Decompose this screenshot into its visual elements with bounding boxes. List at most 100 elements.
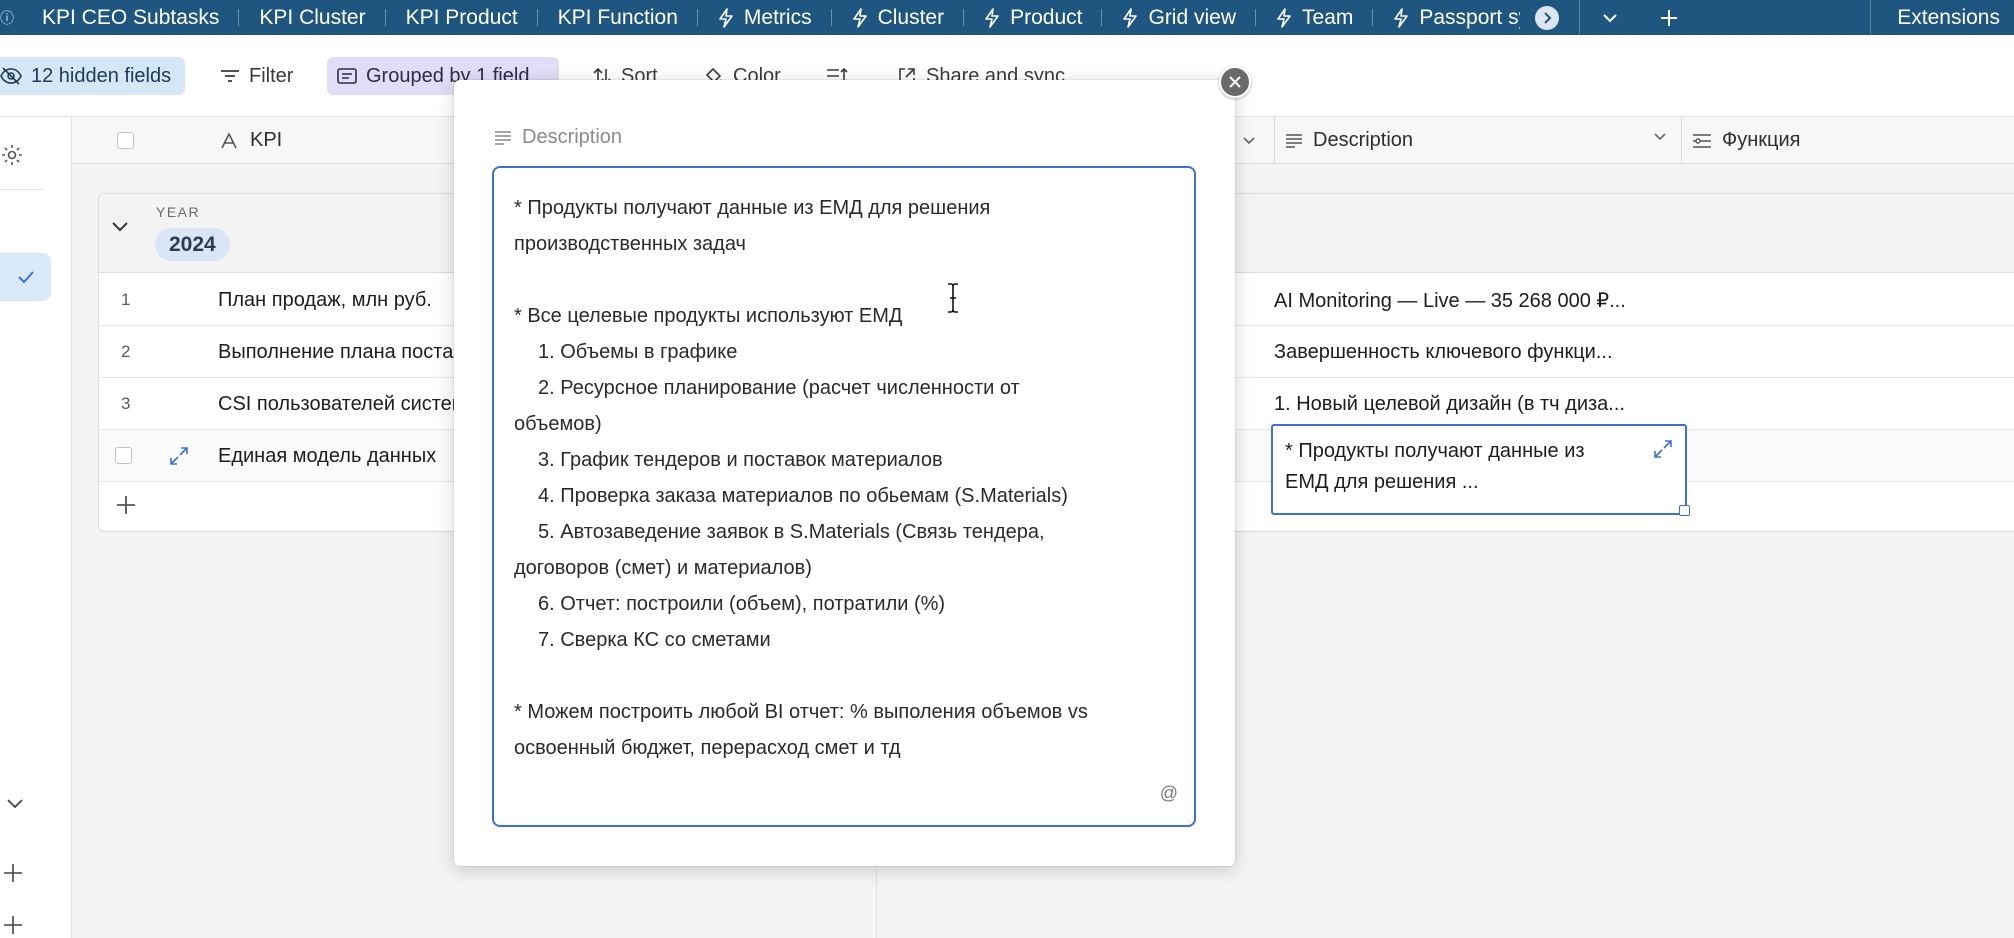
tab-product[interactable]: Product [964,0,1103,35]
active-description-cell[interactable]: * Продукты получают данные из ЕМД для ре… [1271,424,1687,515]
extensions-button[interactable]: Extensions [1870,0,2014,35]
popup-label-text: Description [522,126,623,148]
text-line: * Продукты получают данные из ЕМД для ре… [514,197,991,219]
text-line: * Все целевые продукты используют ЕМД [514,305,903,327]
tab-grid-view[interactable]: Grid view [1102,0,1256,35]
add-table-plus-icon[interactable] [1639,0,1699,35]
row-checkbox[interactable] [115,447,132,464]
description-textarea[interactable]: * Продукты получают данные из ЕМД для ре… [492,166,1196,827]
table-tab-bar: ⓘ KPI CEO Subtasks KPI Cluster KPI Produ… [0,0,2014,35]
long-text-icon [495,130,511,145]
tab-kpi-ceo-subtasks[interactable]: KPI CEO Subtasks [22,0,240,35]
tab-label: KPI Function [557,5,678,29]
kpi-cell[interactable]: CSI пользователей системы [218,378,458,430]
text-line: производственных задач [514,233,746,255]
tab-label: Product [1010,5,1083,29]
sync-bolt-icon [718,7,734,28]
tabs-scroll-right-icon[interactable] [1535,5,1560,30]
row-number: 3 [121,394,131,413]
group-value-chip: 2024 [155,228,230,261]
group-field-label: YEAR [156,204,201,220]
tab-kpi-function[interactable]: KPI Function [538,0,699,35]
sync-bolt-icon [984,7,1000,28]
active-cell-line: * Продукты получают данные из [1285,440,1585,462]
tab-metrics[interactable]: Metrics [698,0,832,35]
tab-label: Metrics [743,5,812,29]
tab-label: KPI Product [405,5,518,29]
text-line: договоров (смет) и материалов) [514,557,812,579]
row-number: 2 [121,342,131,361]
add-view-plus-icon[interactable] [2,862,24,889]
expand-record-icon[interactable] [169,446,189,472]
column-header-function[interactable]: Функция [1692,117,1800,164]
check-icon [17,271,34,284]
filter-label: Filter [249,64,294,87]
sync-bolt-icon [1122,7,1138,28]
expand-cell-icon[interactable] [1653,438,1673,469]
gear-icon[interactable] [0,143,24,172]
filter-icon [221,70,239,82]
fill-handle[interactable] [1679,505,1690,516]
column-header-kpi[interactable]: KPI [220,117,282,164]
tab-kpi-cluster[interactable]: KPI Cluster [239,0,386,35]
kpi-cell[interactable]: Выполнение плана поставок [218,326,458,378]
tab-label: Passport sy [1419,5,1521,29]
text-line: 3. График тендеров и поставок материалов [538,449,943,471]
single-select-icon [1693,133,1711,148]
close-icon [1229,76,1241,88]
close-popup-button[interactable] [1219,66,1251,98]
sidebar-selected-view[interactable] [0,253,51,301]
long-text-icon [1286,133,1302,148]
chevron-down-icon[interactable] [6,797,24,815]
text-line: 4. Проверка заказа материалов по обьемам… [538,485,1068,507]
text-line: 6. Отчет: построили (объем), потратили (… [538,593,946,615]
tab-kpi-product[interactable]: KPI Product [386,0,538,35]
description-cell[interactable]: Завершенность ключевого функци... [1274,326,1672,378]
text-line: * Можем построить любой BI отчет: % выпо… [514,701,1088,723]
tab-cluster[interactable]: Cluster [832,0,965,35]
chevron-down-icon[interactable] [1653,132,1667,142]
text-line: 1. Объемы в графике [538,341,738,363]
mention-at-icon[interactable]: @ [1160,775,1178,811]
text-line: 2. Ресурсное планирование (расчет числен… [538,377,1020,399]
eye-slash-icon [0,67,22,85]
popup-field-label: Description [494,126,622,149]
description-cell[interactable]: AI Monitoring — Live — 35 268 000 ₽... [1274,274,1672,326]
text-field-icon [221,132,237,148]
sidebar-divider [0,189,44,190]
add-record-plus-icon[interactable] [115,494,137,521]
kpi-cell[interactable]: Единая модель данных [218,430,458,482]
description-cell[interactable]: 1. Новый целевой дизайн (в тч диза... [1274,378,1672,430]
column-header-label: Функция [1722,129,1801,151]
filter-button[interactable]: Filter [210,57,303,95]
text-line [514,262,1174,298]
text-line: объемов) [514,413,602,435]
tab-label: KPI CEO Subtasks [42,5,220,29]
text-line: 7. Сверка КС со сметами [538,629,771,651]
sync-bolt-icon [1393,7,1409,28]
tab-label: Grid view [1148,5,1237,29]
tab-label: KPI Cluster [259,5,366,29]
tab-team[interactable]: Team [1256,0,1374,35]
hidden-fields-label: 12 hidden fields [31,64,172,87]
info-icon[interactable]: ⓘ [0,0,22,35]
all-tables-chevron-down-icon[interactable] [1579,0,1639,35]
collapse-group-chevron-icon[interactable] [111,220,129,238]
sync-bolt-icon [1276,7,1292,28]
add-section-plus-icon[interactable] [2,914,24,938]
hidden-fields-button[interactable]: 12 hidden fields [0,57,186,95]
expanded-cell-popup: Description * Продукты получают данные и… [454,80,1235,866]
active-cell-line: ЕМД для решения ... [1285,471,1479,493]
column-header-description[interactable]: Description [1274,117,1682,164]
tab-label: Cluster [877,5,945,29]
column-header-label: Description [1313,129,1414,151]
column-header-label: KPI [250,129,283,151]
row-number: 1 [121,290,131,309]
sync-bolt-icon [852,7,868,28]
tab-passport[interactable]: Passport sy [1373,0,1520,35]
text-cursor-icon [946,283,960,318]
kpi-cell[interactable]: План продаж, млн руб. [218,274,458,326]
column-menu-chevron-icon[interactable] [1242,117,1256,164]
left-sidebar [0,117,72,938]
select-all-checkbox[interactable] [117,132,134,149]
